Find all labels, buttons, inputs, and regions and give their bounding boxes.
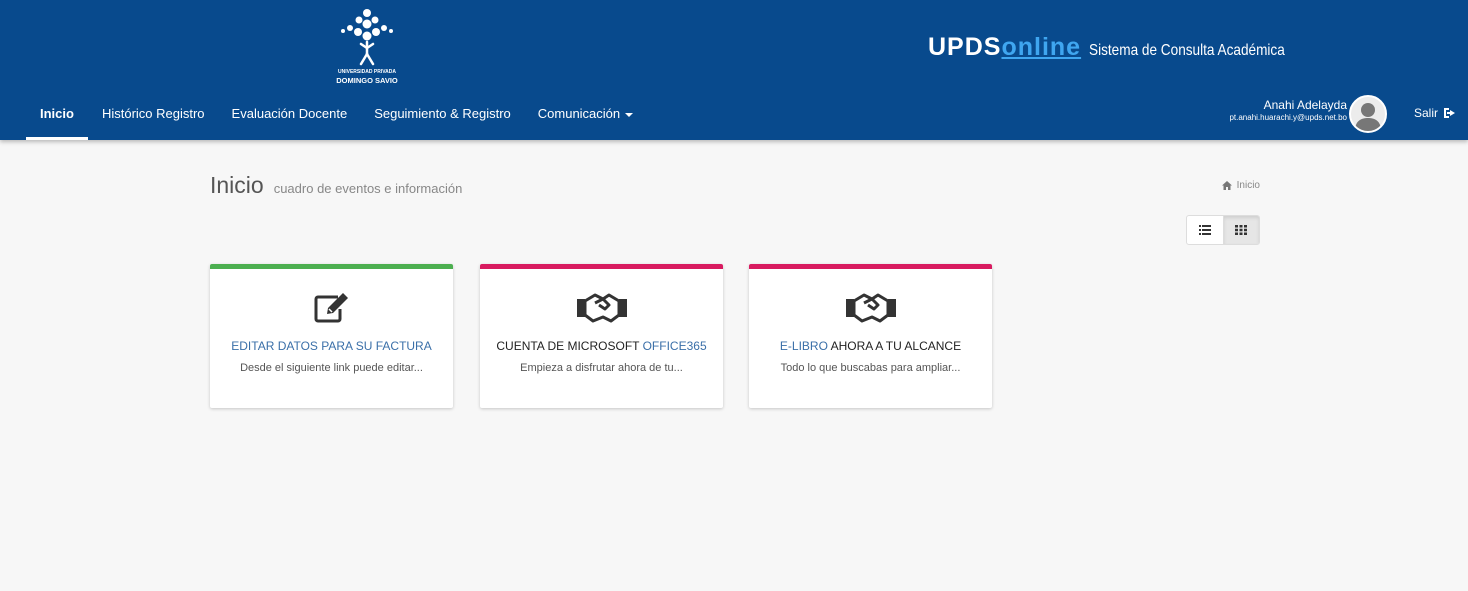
view-toggle	[1186, 215, 1260, 245]
nav-label: Seguimiento & Registro	[374, 106, 511, 121]
nav-item-seguimiento-registro[interactable]: Seguimiento & Registro	[374, 96, 511, 140]
edit-icon	[210, 291, 453, 325]
page-subtitle: cuadro de eventos e información	[273, 181, 463, 196]
nav-label: Inicio	[40, 106, 74, 121]
brand-upds: UPDS	[928, 33, 1002, 61]
card-office365[interactable]: CUENTA DE MICROSOFT OFFICE365 Empieza a …	[480, 264, 723, 408]
nav-label: Evaluación Docente	[231, 106, 348, 121]
brand-title: UPDS online Sistema de Consulta Académic…	[928, 33, 1319, 63]
nav-item-inicio[interactable]: Inicio	[26, 96, 88, 140]
user-email: pt.anahi.huarachi.y@upds.net.bo	[1229, 113, 1347, 122]
nav-label: Histórico Registro	[101, 106, 205, 121]
nav-item-evaluacion-docente[interactable]: Evaluación Docente	[232, 96, 348, 140]
breadcrumb[interactable]: Inicio	[1221, 180, 1260, 191]
nav-label: Comunicación	[537, 106, 621, 121]
tree-logo-icon	[341, 9, 393, 66]
card-color-bar	[749, 264, 992, 269]
breadcrumb-label: Inicio	[1236, 180, 1260, 191]
card-title: CUENTA DE MICROSOFT OFFICE365	[496, 339, 707, 353]
user-info[interactable]: Anahi Adelayda pt.anahi.huarachi.y@upds.…	[1229, 98, 1347, 124]
caret-down-icon	[625, 112, 634, 117]
user-name: Anahi Adelayda	[1263, 98, 1347, 112]
handshake-icon	[749, 291, 992, 323]
nav-item-comunicacion[interactable]: Comunicación	[537, 96, 634, 140]
page-title: Inicio cuadro de eventos e información	[210, 172, 462, 199]
grid-view-button[interactable]	[1222, 216, 1259, 244]
card-color-bar	[480, 264, 723, 269]
main-nav: Inicio Histórico Registro Evaluación Doc…	[26, 96, 660, 140]
logout-label: Salir	[1414, 106, 1439, 120]
card-description: Todo lo que buscabas para ampliar...	[780, 362, 961, 374]
grid-view-icon	[1235, 225, 1248, 235]
home-icon	[1221, 181, 1232, 190]
card-editar-factura[interactable]: EDITAR DATOS PARA SU FACTURA Desde el si…	[210, 264, 453, 408]
brand-online: online	[1001, 33, 1082, 61]
nav-item-historico-registro[interactable]: Histórico Registro	[102, 96, 205, 140]
university-logo[interactable]: UNIVERSIDAD PRIVADA DOMINGO SAVIO	[328, 8, 406, 90]
card-color-bar	[210, 264, 453, 269]
top-header: UNIVERSIDAD PRIVADA DOMINGO SAVIO UPDS o…	[0, 0, 1468, 140]
card-title: E-LIBRO AHORA A TU ALCANCE	[779, 339, 962, 353]
logo-line2: DOMINGO SAVIO	[336, 76, 398, 85]
card-description: Desde el siguiente link puede editar...	[240, 362, 423, 374]
page-title-main: Inicio	[210, 172, 264, 198]
brand-subtitle: Sistema de Consulta Académica	[1089, 42, 1285, 59]
sign-out-icon	[1444, 108, 1456, 118]
card-e-libro[interactable]: E-LIBRO AHORA A TU ALCANCE Todo lo que b…	[749, 264, 992, 408]
handshake-icon	[480, 291, 723, 323]
user-avatar-icon[interactable]	[1349, 95, 1387, 133]
card-title: EDITAR DATOS PARA SU FACTURA	[231, 339, 432, 353]
logout-button[interactable]: Salir	[1414, 106, 1456, 120]
list-view-icon	[1198, 225, 1211, 235]
logo-line1: UNIVERSIDAD PRIVADA	[338, 69, 396, 75]
list-view-button[interactable]	[1187, 216, 1223, 244]
card-description: Empieza a disfrutar ahora de tu...	[520, 362, 683, 374]
